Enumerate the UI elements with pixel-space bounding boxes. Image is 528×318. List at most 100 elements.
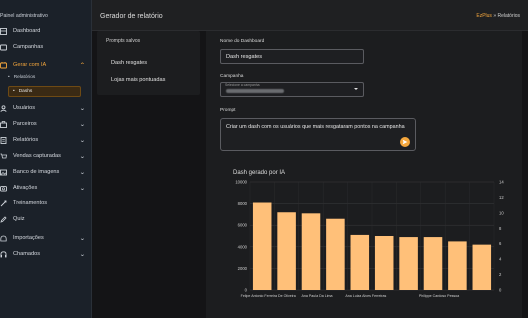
dashboard-name-input[interactable]: Dash resgates [220,49,364,64]
breadcrumb-current: Relatórios [497,13,520,19]
saved-prompt-item[interactable]: Lojas mais pontuadas [111,77,165,83]
chevron-down-icon: ⌄ [79,169,86,176]
bullet-icon: • [13,89,15,94]
sidebar-item-import[interactable]: Importações ⌄ [0,231,92,245]
breadcrumb-root-link[interactable]: EzPlus [476,13,492,19]
sidebar-item-label: Campanhas [13,44,44,50]
y2-tick-label: 8 [499,226,502,231]
saved-prompts-header: Prompts salvos [106,38,141,44]
y2-tick-label: 0 [499,288,502,293]
sidebar-item-campaign[interactable]: Campanhas [0,40,92,54]
saved-prompt-item[interactable]: Dash resgates [111,60,147,66]
x-tick-label: Ana Luiza Alves Ferreiras [345,294,386,298]
sidebar-item-ai[interactable]: Gerar com IA ⌃ [0,58,92,72]
sidebar-item-label: Parceiros [13,121,37,127]
sidebar-item-label: Importações [13,235,44,241]
sales-icon [0,153,7,160]
prompt-textarea[interactable]: Criar um dash com os usuários que mais r… [220,118,416,151]
users-icon [0,104,7,112]
sidebar-item-label: Quiz [13,216,25,222]
campaign-select[interactable]: Selecione a campanha [220,82,364,97]
topbar: Gerador de relatório EzPlus » Relatórios [92,0,528,31]
chevron-up-icon: ⌃ [79,62,86,69]
campaign-label: Campanha [220,74,244,79]
sidebar-user-label: Painel administrativo [0,13,48,19]
partners-icon [0,120,7,128]
sidebar-item-label: Usuários [13,105,36,111]
chevron-down-icon: ⌄ [79,137,86,144]
page-title: Gerador de relatório [100,13,163,20]
y2-tick-label: 2 [499,272,502,277]
y2-tick-label: 10 [499,210,504,215]
send-icon [402,139,408,145]
y2-tick-label: 14 [499,180,504,185]
sidebar-item-quiz[interactable]: Quiz [0,212,92,226]
bar [326,218,345,290]
chevron-down-icon: ⌄ [79,121,86,128]
y-tick-label: 8000 [238,201,248,206]
saved-prompts-panel: Prompts salvos Dash resgates Lojas mais … [97,31,200,95]
y-tick-label: 10000 [235,180,247,185]
chevron-down-icon: ⌄ [79,235,86,242]
sidebar-item-label: Ativações [13,185,38,191]
sidebar-subitem[interactable]: • Dashs [8,86,81,97]
x-tick-label: Ana Paula Da Lima [302,294,333,298]
y-tick-label: 6000 [238,223,248,228]
send-prompt-button[interactable] [400,137,410,147]
sidebar-item-label: Banco de imagens [13,169,60,175]
sidebar-item-label: Relatórios [13,137,39,143]
chevron-down-icon: ⌄ [79,105,86,112]
tickets-icon [0,250,7,258]
x-tick-label: Philippe Cardoso Pessoa [419,294,459,298]
bar [374,236,394,290]
chevron-down-icon: ⌄ [79,153,86,160]
bar [252,202,272,290]
sidebar-item-label: Vendas capturadas [13,153,61,159]
sidebar-subitem[interactable]: • Relatórios [8,72,35,83]
chevron-down-icon: ⌄ [79,185,86,192]
sidebar-item-tickets[interactable]: Chamados ⌄ [0,247,92,261]
bar-chart: 0 2000 4000 6000 8000 10000 0 2 4 6 8 10 12 14 Felipe … [235,180,504,299]
chart-title: Dash gerado por IA [233,170,286,176]
campaign-hint: Selecione a campanha [225,83,260,87]
bar [277,212,296,290]
dashboard-name-value: Dash resgates [226,53,263,60]
sidebar-item-activations[interactable]: Ativações ⌄ [0,181,92,195]
sidebar-item-users[interactable]: Usuários ⌄ [0,101,92,115]
y-tick-label: 4000 [238,244,248,249]
sidebar: Painel administrativo Dashboard Campanhas… [0,0,92,318]
bar [448,241,467,290]
reports-icon [0,136,7,144]
y2-tick-label: 4 [499,257,502,262]
sidebar-item-sales[interactable]: Vendas capturadas ⌄ [0,149,92,163]
sidebar-item-dashboard[interactable]: Dashboard [0,24,92,38]
sidebar-item-images[interactable]: Banco de imagens ⌄ [0,165,92,179]
sidebar-subitem-label: Relatórios [13,75,36,80]
bullet-icon: • [8,75,10,80]
bar [423,237,443,290]
sidebar-item-training[interactable]: Treinamentos [0,196,92,210]
sidebar-subitem-label: Dashs [18,89,33,94]
bar [399,237,418,290]
y2-tick-label: 6 [499,241,502,246]
activations-icon [0,185,7,192]
y-tick-label: 0 [245,288,248,293]
ai-icon [0,61,7,69]
training-icon [0,200,7,207]
bar [301,213,321,290]
campaign-icon [0,44,7,51]
chevron-down-icon [354,88,358,90]
chevron-down-icon: ⌄ [79,251,86,258]
sidebar-item-label: Gerar com IA [13,62,47,68]
y2-tick-label: 12 [499,195,504,200]
bar [350,234,370,290]
sidebar-item-reports[interactable]: Relatórios ⌄ [0,133,92,147]
prompt-value: Criar um dash com os usuários que mais r… [226,124,405,130]
sidebar-item-label: Treinamentos [13,200,47,206]
sidebar-item-label: Dashboard [13,28,41,34]
sidebar-item-partners[interactable]: Parceiros ⌄ [0,117,92,131]
bar [472,244,492,290]
y-tick-label: 2000 [238,266,248,271]
import-icon [0,235,7,242]
quiz-icon [0,215,7,223]
